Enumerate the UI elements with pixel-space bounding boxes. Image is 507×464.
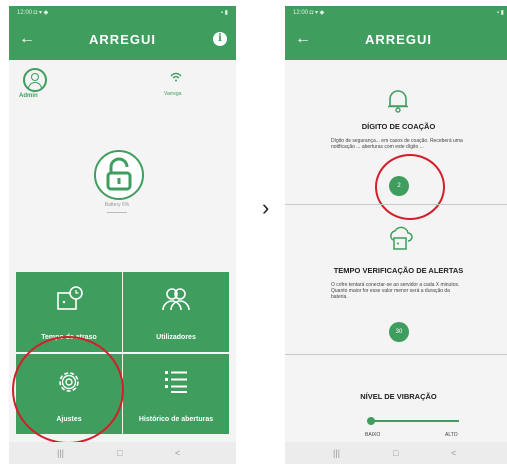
wifi-icon[interactable] <box>170 72 182 84</box>
padlock-open-icon <box>106 157 132 191</box>
section-description: Dígito de segurança... em casos de coaçã… <box>331 138 463 150</box>
users-icon <box>123 286 229 317</box>
battery-label: Battery 6% <box>104 202 130 208</box>
phone-screen-settings: 12:00 ◘ ▾ ◆ ▪ ▮ ← ARREGUI DÍGITO DE COAÇ… <box>285 6 507 464</box>
admin-label: Admin <box>19 93 38 99</box>
alert-interval-button[interactable]: 30 <box>389 322 409 342</box>
cloud-device-icon <box>387 226 413 257</box>
list-icon <box>123 368 229 399</box>
app-bar: ← ARREGUI <box>285 20 507 60</box>
user-avatar-icon[interactable] <box>23 68 47 92</box>
section-title: TEMPO VERIFICAÇÃO DE ALERTAS <box>333 266 464 275</box>
lock-button[interactable] <box>94 150 144 200</box>
nav-back-button[interactable]: < <box>451 442 456 464</box>
app-bar: ← ARREGUI i <box>9 20 236 60</box>
tile-label: Utilizadores <box>156 334 196 341</box>
status-bar: 12:00 ◘ ▾ ◆ ▪ ▮ <box>9 6 236 20</box>
vibration-slider-track[interactable] <box>371 420 459 422</box>
tile-opening-history[interactable]: Histórico de aberturas <box>123 354 229 434</box>
recent-apps-button[interactable]: ||| <box>333 442 340 464</box>
next-arrow: › <box>262 195 270 220</box>
door-clock-icon <box>16 286 122 317</box>
status-left: 12:00 ◘ ▾ ◆ <box>293 10 325 16</box>
system-nav-bar: ||| □ < <box>285 442 507 464</box>
recent-apps-button[interactable]: ||| <box>57 442 64 464</box>
status-right: ▪ ▮ <box>220 10 228 16</box>
section-title: DÍGITO DE COAÇÃO <box>361 122 436 131</box>
phone-screen-home: 12:00 ◘ ▾ ◆ ▪ ▮ ← ARREGUI i Admin Varreg… <box>9 6 236 464</box>
system-nav-bar: ||| □ < <box>9 442 236 464</box>
status-bar: 12:00 ◘ ▾ ◆ ▪ ▮ <box>285 6 507 20</box>
divider <box>285 354 507 355</box>
tile-users[interactable]: Utilizadores <box>123 272 229 352</box>
slider-high-label: ALTO <box>445 432 458 438</box>
vibration-slider-handle[interactable] <box>367 417 375 425</box>
wifi-label: Varrega <box>164 91 182 97</box>
highlight-circle <box>375 154 445 220</box>
divider <box>285 204 507 205</box>
app-logo-title: ARREGUI <box>365 32 432 47</box>
status-left: 12:00 ◘ ▾ ◆ <box>17 10 49 16</box>
section-title: NÍVEL DE VIBRAÇÃO <box>360 392 437 401</box>
slider-low-label: BAIXO <box>365 432 381 438</box>
home-button[interactable]: □ <box>117 442 122 464</box>
home-button[interactable]: □ <box>393 442 398 464</box>
highlight-circle <box>12 336 124 444</box>
tile-label: Histórico de aberturas <box>138 416 214 423</box>
status-right: ▪ ▮ <box>496 10 504 16</box>
nav-back-button[interactable]: < <box>175 442 180 464</box>
divider <box>107 212 127 213</box>
section-description: O cofre tentará conectar-se ao servidor … <box>331 282 460 300</box>
bell-icon <box>386 88 410 119</box>
info-icon[interactable]: i <box>213 32 227 46</box>
app-logo-title: ARREGUI <box>89 32 156 47</box>
